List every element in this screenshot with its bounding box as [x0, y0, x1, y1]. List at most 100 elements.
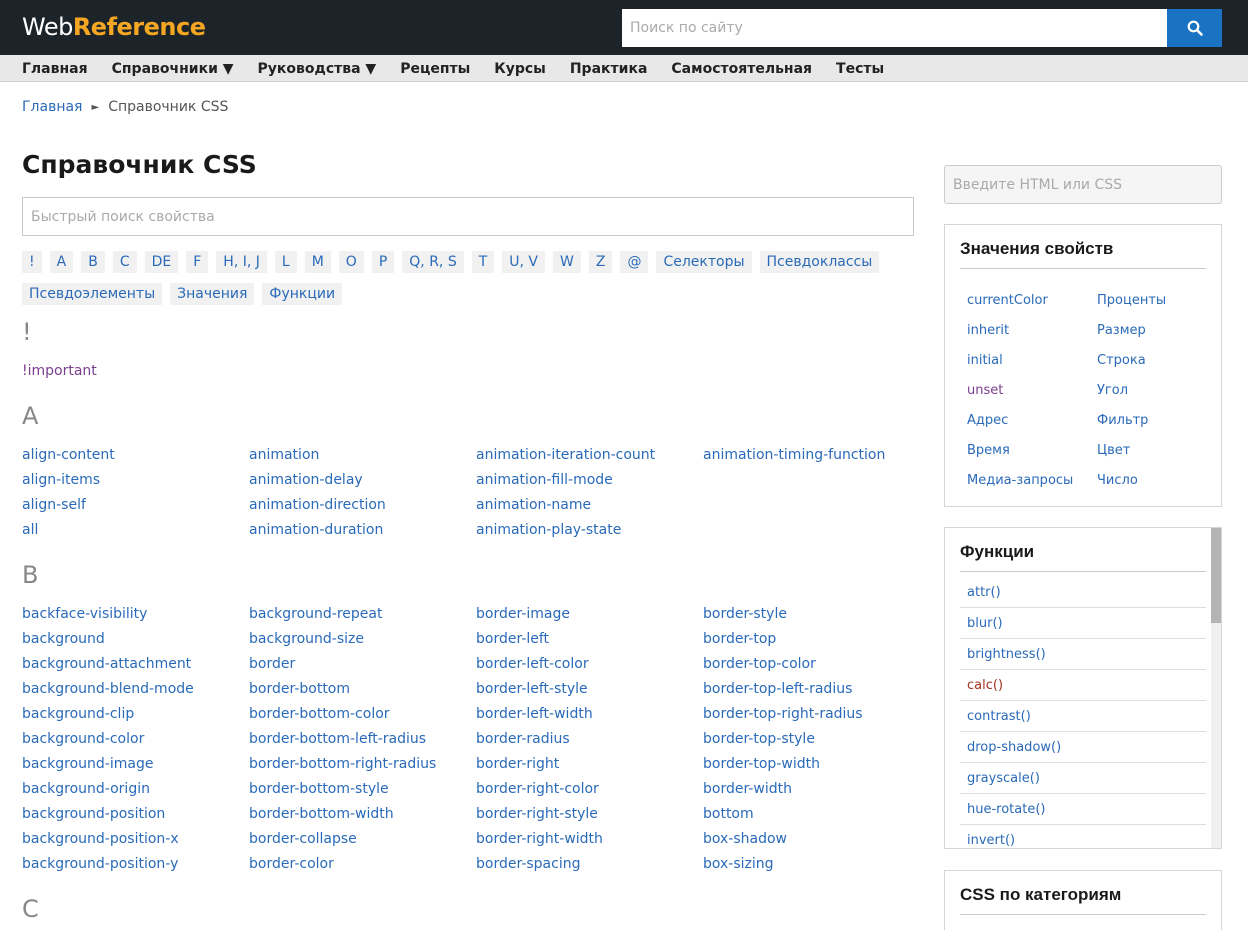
property-link[interactable]: border-top — [703, 630, 930, 655]
property-link[interactable]: border-bottom-right-radius — [249, 755, 476, 780]
property-link[interactable]: bottom — [703, 805, 930, 830]
property-link[interactable]: border-bottom — [249, 680, 476, 705]
property-link[interactable]: animation-duration — [249, 521, 476, 546]
nav-item-home[interactable]: Главная — [22, 61, 88, 77]
nav-item-courses[interactable]: Курсы — [494, 61, 546, 77]
property-link[interactable]: border-right-style — [476, 805, 703, 830]
sidebar-search-input[interactable] — [944, 165, 1222, 204]
letter-index-link[interactable]: M — [304, 251, 331, 273]
property-link[interactable]: background-blend-mode — [22, 680, 249, 705]
function-link[interactable]: calc() — [967, 678, 1003, 693]
property-value-link[interactable]: Угол — [1097, 376, 1217, 406]
property-link[interactable]: background-color — [22, 730, 249, 755]
letter-index-link[interactable]: Селекторы — [656, 251, 752, 273]
nav-item-self-study[interactable]: Самостоятельная — [671, 61, 812, 77]
property-link[interactable]: animation-iteration-count — [476, 446, 703, 471]
function-link[interactable]: drop-shadow() — [967, 740, 1061, 755]
property-link[interactable]: border-left — [476, 630, 703, 655]
property-link[interactable]: border-top-width — [703, 755, 930, 780]
property-link[interactable]: background-clip — [22, 705, 249, 730]
letter-index-link[interactable]: Z — [588, 251, 613, 273]
property-link[interactable]: box-shadow — [703, 830, 930, 855]
property-link[interactable]: border-bottom-width — [249, 805, 476, 830]
property-link[interactable]: border-style — [703, 605, 930, 630]
property-link[interactable]: border-color — [249, 855, 476, 880]
property-link[interactable]: border — [249, 655, 476, 680]
property-link[interactable]: background-size — [249, 630, 476, 655]
property-link[interactable]: align-items — [22, 471, 249, 496]
letter-index-link[interactable]: B — [81, 251, 105, 273]
property-link[interactable]: border-left-style — [476, 680, 703, 705]
property-value-link[interactable]: initial — [967, 346, 1097, 376]
functions-scrollbar[interactable] — [1211, 528, 1221, 848]
letter-index-link[interactable]: F — [186, 251, 209, 273]
site-search-button[interactable] — [1167, 9, 1222, 47]
letter-index-link[interactable]: ! — [22, 251, 42, 273]
property-link[interactable]: border-bottom-style — [249, 780, 476, 805]
property-link[interactable]: border-bottom-color — [249, 705, 476, 730]
functions-scroll-thumb[interactable] — [1211, 528, 1221, 623]
property-link[interactable]: border-left-color — [476, 655, 703, 680]
property-link[interactable]: background-attachment — [22, 655, 249, 680]
letter-index-link[interactable]: T — [471, 251, 495, 273]
property-link[interactable]: border-width — [703, 780, 930, 805]
function-link[interactable]: attr() — [967, 585, 1001, 600]
property-link[interactable]: border-spacing — [476, 855, 703, 880]
property-link[interactable]: background-image — [22, 755, 249, 780]
property-link[interactable]: border-left-width — [476, 705, 703, 730]
property-value-link[interactable]: unset — [967, 376, 1097, 406]
property-link[interactable]: box-sizing — [703, 855, 930, 880]
property-link[interactable]: border-image — [476, 605, 703, 630]
letter-index-link[interactable]: U, V — [502, 251, 546, 273]
property-link[interactable]: all — [22, 521, 249, 546]
letter-index-link[interactable]: A — [49, 251, 74, 273]
site-search-input[interactable] — [622, 9, 1167, 47]
letter-index-link[interactable]: @ — [620, 251, 649, 273]
letter-index-link[interactable]: C — [112, 251, 137, 273]
property-link[interactable]: background-repeat — [249, 605, 476, 630]
property-link[interactable]: animation — [249, 446, 476, 471]
property-link[interactable]: align-self — [22, 496, 249, 521]
property-link[interactable]: animation-fill-mode — [476, 471, 703, 496]
property-link[interactable]: border-collapse — [249, 830, 476, 855]
property-link[interactable]: border-top-right-radius — [703, 705, 930, 730]
letter-index-link[interactable]: Функции — [262, 283, 343, 305]
property-value-link[interactable]: Адрес — [967, 406, 1097, 436]
letter-index-link[interactable]: H, I, J — [216, 251, 267, 273]
function-link[interactable]: blur() — [967, 616, 1003, 631]
property-link[interactable]: align-content — [22, 446, 249, 471]
nav-item-tests[interactable]: Тесты — [836, 61, 884, 77]
property-link[interactable]: border-radius — [476, 730, 703, 755]
property-quick-search-input[interactable] — [22, 197, 914, 236]
property-link[interactable]: border-right — [476, 755, 703, 780]
property-link[interactable]: border-top-color — [703, 655, 930, 680]
function-link[interactable]: hue-rotate() — [967, 802, 1045, 817]
property-value-link[interactable]: inherit — [967, 316, 1097, 346]
property-value-link[interactable]: Проценты — [1097, 286, 1217, 316]
property-link[interactable]: background-position-x — [22, 830, 249, 855]
letter-index-link[interactable]: O — [338, 251, 364, 273]
letter-index-link[interactable]: Значения — [170, 283, 255, 305]
property-value-link[interactable]: Строка — [1097, 346, 1217, 376]
property-value-link[interactable]: Время — [967, 436, 1097, 466]
function-link[interactable]: invert() — [967, 833, 1015, 848]
breadcrumb-home-link[interactable]: Главная — [22, 99, 82, 115]
property-link[interactable]: border-top-style — [703, 730, 930, 755]
property-link[interactable]: background-origin — [22, 780, 249, 805]
property-link[interactable]: animation-direction — [249, 496, 476, 521]
property-link[interactable]: animation-timing-function — [703, 446, 930, 471]
letter-index-link[interactable]: DE — [144, 251, 179, 273]
nav-item-references[interactable]: Справочники ▼ — [112, 61, 234, 77]
property-link[interactable]: !important — [22, 362, 249, 387]
property-link[interactable]: background-position-y — [22, 855, 249, 880]
nav-item-recipes[interactable]: Рецепты — [400, 61, 470, 77]
function-link[interactable]: contrast() — [967, 709, 1031, 724]
site-logo[interactable]: WebReference — [22, 13, 206, 41]
property-link[interactable]: animation-name — [476, 496, 703, 521]
letter-index-link[interactable]: Псевдоэлементы — [22, 283, 163, 305]
property-link[interactable]: animation-delay — [249, 471, 476, 496]
property-link[interactable]: border-top-left-radius — [703, 680, 930, 705]
property-value-link[interactable]: Число — [1097, 466, 1217, 496]
property-link[interactable]: background — [22, 630, 249, 655]
property-link[interactable]: border-bottom-left-radius — [249, 730, 476, 755]
